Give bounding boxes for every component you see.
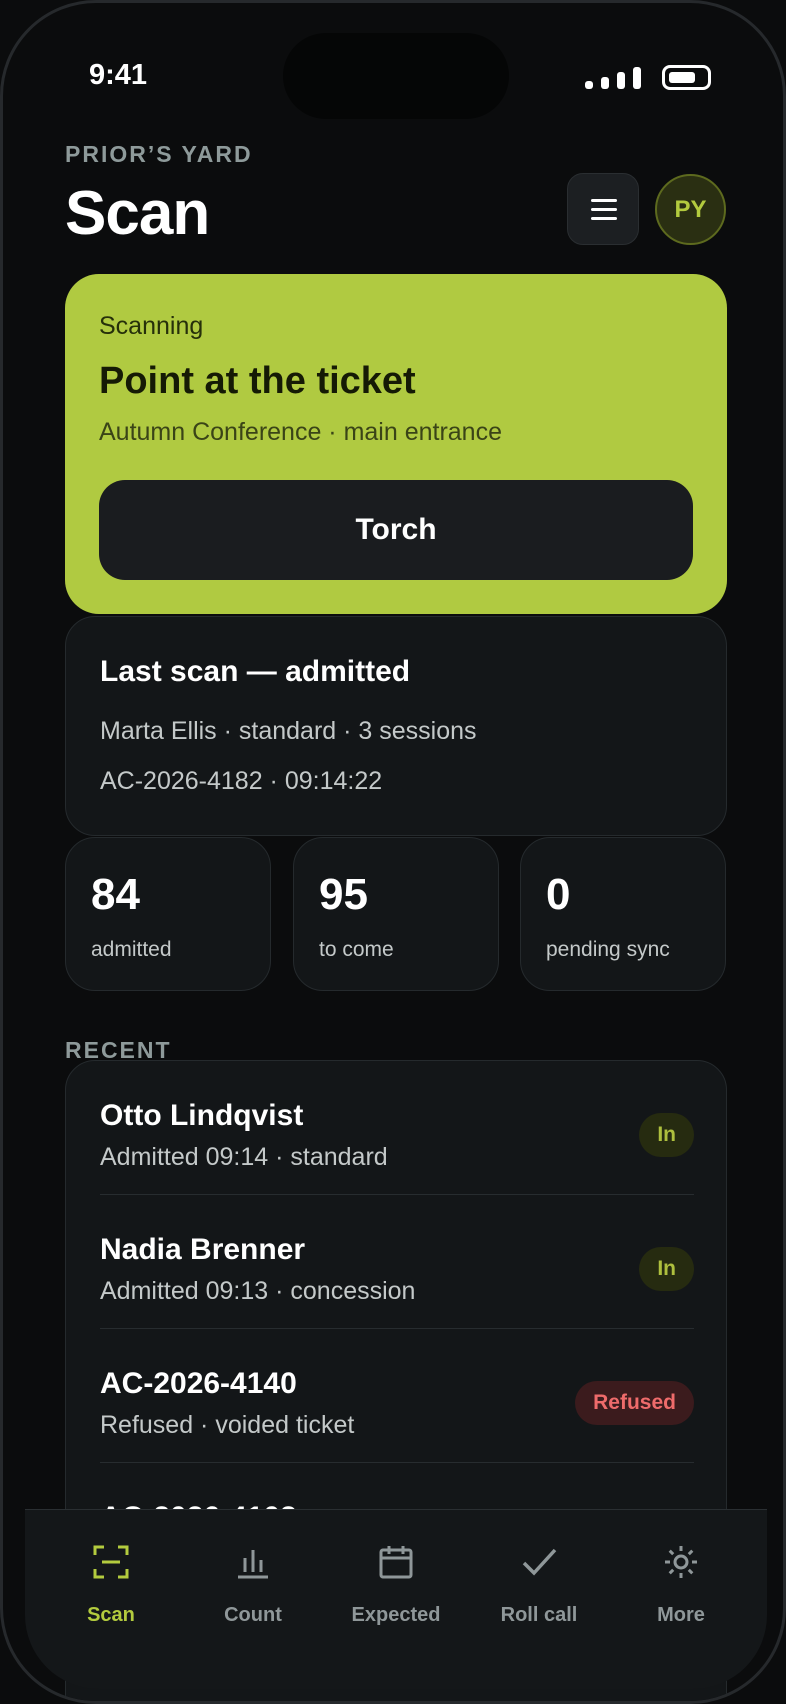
stat-pending-sync: 0 pending sync (520, 837, 726, 991)
stat-label: admitted (91, 938, 172, 961)
last-scan-card: Last scan — admitted Marta Ellis · stand… (65, 616, 727, 836)
stat-admitted: 84 admitted (65, 837, 271, 991)
status-bar: 9:41 (3, 3, 783, 123)
last-scan-details: Marta Ellis · standard · 3 sessions (100, 717, 477, 745)
tab-label: Roll call (500, 1604, 578, 1626)
stat-label: pending sync (546, 938, 670, 961)
bar-chart-icon (238, 1550, 268, 1579)
tab-scan[interactable]: Scan (40, 1510, 182, 1640)
scan-icon (93, 1545, 129, 1579)
status-badge: Refused (575, 1381, 694, 1425)
stat-value: 0 (546, 870, 571, 919)
dynamic-island (283, 33, 509, 119)
scanner-status: Scanning (99, 312, 204, 340)
status-badge: In (639, 1113, 694, 1157)
list-item-name: Otto Lindqvist (100, 1099, 304, 1132)
scanner-title: Point at the ticket (99, 360, 416, 402)
status-time: 9:41 (89, 59, 148, 91)
avatar[interactable]: PY (655, 174, 726, 245)
status-badge: In (639, 1247, 694, 1291)
page-title: Scan (65, 179, 210, 248)
list-item-sub: Refused · voided ticket (100, 1411, 355, 1439)
stat-value: 84 (91, 870, 140, 919)
battery-icon (662, 65, 711, 90)
list-item[interactable]: AC-2026-4140 Refused · voided ticket Ref… (100, 1329, 694, 1463)
tab-label: Scan (87, 1604, 135, 1626)
stat-to-come: 95 to come (293, 837, 499, 991)
list-item-sub: Admitted 09:14 · standard (100, 1143, 388, 1171)
scanner-card: Scanning Point at the ticket Autumn Conf… (65, 274, 727, 614)
tab-expected[interactable]: Expected (325, 1510, 467, 1640)
list-item-sub: Admitted 09:13 · concession (100, 1277, 416, 1305)
gear-icon (665, 1546, 697, 1578)
tab-count[interactable]: Count (182, 1510, 324, 1640)
tab-label: Expected (351, 1604, 441, 1626)
venue-label: PRIOR’S YARD (65, 141, 253, 167)
stat-label: to come (319, 938, 394, 961)
tab-more[interactable]: More (610, 1510, 752, 1640)
phone-screen: 9:41 PRIOR’S YARD Scan PY Scanning Point… (0, 0, 786, 1704)
calendar-icon (379, 1546, 413, 1579)
list-item[interactable]: Otto Lindqvist Admitted 09:14 · standard… (100, 1061, 694, 1195)
menu-button[interactable] (567, 173, 639, 245)
list-item-name: Nadia Brenner (100, 1233, 306, 1266)
list-item[interactable]: Nadia Brenner Admitted 09:13 · concessio… (100, 1195, 694, 1329)
torch-button[interactable]: Torch (99, 480, 693, 580)
tab-label: Count (224, 1604, 282, 1626)
stat-value: 95 (319, 870, 368, 919)
last-scan-title: Last scan — admitted (100, 655, 411, 688)
last-scan-ticket: AC-2026-4182 · 09:14:22 (100, 767, 383, 795)
tab-label: More (657, 1604, 705, 1626)
list-item-name: AC-2026-4140 (100, 1367, 297, 1400)
check-icon (522, 1548, 557, 1576)
tab-roll-call[interactable]: Roll call (468, 1510, 610, 1640)
scanner-subtitle: Autumn Conference · main entrance (99, 418, 502, 446)
hamburger-icon (591, 199, 617, 202)
signal-icon (585, 65, 643, 89)
tab-bar: Scan Count Expected Roll call More (25, 1509, 767, 1689)
